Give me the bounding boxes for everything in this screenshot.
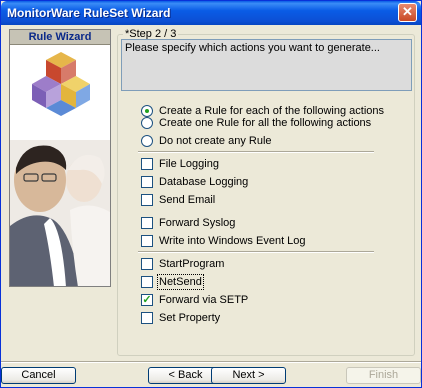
checkbox-label: File Logging: [159, 157, 219, 170]
checkbox-icon[interactable]: [141, 311, 153, 324]
checkbox-label: Set Property: [159, 311, 221, 324]
radio-label: Do not create any Rule: [159, 134, 272, 147]
radio-selected-icon[interactable]: [141, 104, 153, 117]
separator: [138, 251, 374, 253]
checkbox-icon[interactable]: [141, 275, 153, 288]
checkbox-write-event-log[interactable]: Write into Windows Event Log: [141, 234, 306, 247]
checkbox-start-program[interactable]: StartProgram: [141, 257, 224, 270]
radio-label: Create one Rule for all the following ac…: [159, 116, 372, 129]
checkbox-label: Write into Windows Event Log: [159, 234, 306, 247]
checkbox-set-property[interactable]: Set Property: [141, 311, 220, 324]
checkbox-icon[interactable]: [141, 216, 153, 229]
sidebar-header: Rule Wizard: [10, 30, 110, 45]
step-description: Please specify which actions you want to…: [121, 39, 412, 91]
window-title: MonitorWare RuleSet Wizard: [7, 6, 171, 20]
checkbox-send-email[interactable]: Send Email: [141, 193, 215, 206]
checkbox-checked-icon[interactable]: ✓: [141, 293, 153, 306]
next-button[interactable]: Next >: [211, 367, 286, 384]
finish-button[interactable]: Finish: [346, 367, 421, 384]
checkbox-netsend[interactable]: NetSend: [141, 273, 204, 290]
radio-label: Create a Rule for each of the following …: [159, 104, 385, 117]
radio-icon[interactable]: [141, 116, 153, 129]
title-bar[interactable]: MonitorWare RuleSet Wizard ✕: [1, 1, 421, 25]
checkbox-icon[interactable]: [141, 234, 153, 247]
cancel-button[interactable]: Cancel: [1, 367, 76, 384]
checkbox-label: Forward Syslog: [159, 216, 236, 229]
footer-separator: [1, 361, 421, 363]
checkbox-label: Database Logging: [159, 175, 249, 188]
close-button[interactable]: ✕: [398, 3, 417, 22]
checkbox-label: StartProgram: [159, 257, 225, 270]
checkbox-file-logging[interactable]: File Logging: [141, 157, 219, 170]
checkbox-forward-setp[interactable]: ✓ Forward via SETP: [141, 293, 248, 306]
checkbox-icon[interactable]: [141, 257, 153, 270]
checkbox-forward-syslog[interactable]: Forward Syslog: [141, 216, 235, 229]
radio-rule-one[interactable]: Create one Rule for all the following ac…: [141, 116, 371, 129]
separator: [138, 151, 374, 153]
checkbox-icon[interactable]: [141, 193, 153, 206]
checkbox-label: Send Email: [159, 193, 216, 206]
checkbox-label: NetSend: [157, 273, 204, 290]
checkbox-icon[interactable]: [141, 175, 153, 188]
cubes-logo-icon: [32, 52, 90, 116]
checkbox-database-logging[interactable]: Database Logging: [141, 175, 248, 188]
wizard-sidebar: Rule Wizard: [9, 29, 111, 287]
wizard-window: MonitorWare RuleSet Wizard ✕ Rule Wizard: [0, 0, 422, 388]
radio-icon[interactable]: [141, 134, 153, 147]
checkbox-label: Forward via SETP: [159, 293, 249, 306]
radio-no-rule[interactable]: Do not create any Rule: [141, 134, 272, 147]
person-photo: [10, 140, 110, 286]
checkbox-icon[interactable]: [141, 157, 153, 170]
